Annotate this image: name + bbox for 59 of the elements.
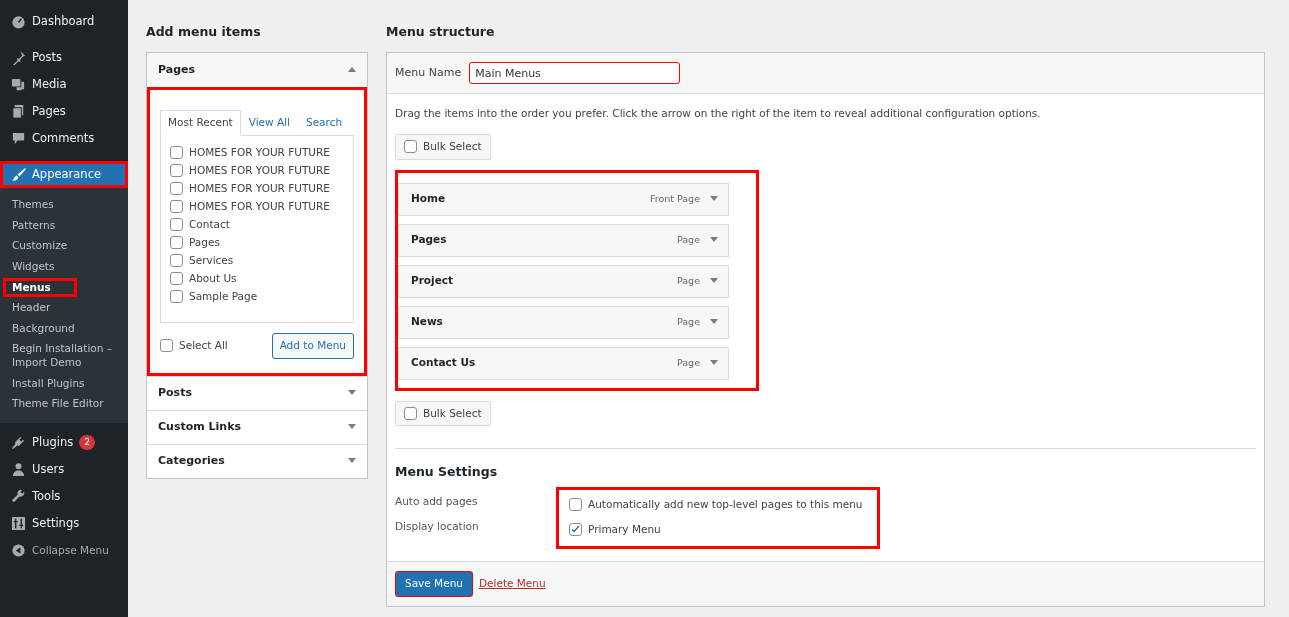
checkbox-label: Sample Page <box>189 288 258 304</box>
checkbox-label: Contact <box>189 216 230 232</box>
menu-item[interactable]: Project Page <box>398 264 729 298</box>
checkbox-label: Automatically add new top-level pages to this menu <box>588 496 863 512</box>
submenu-item[interactable]: Customize <box>3 236 125 256</box>
checkbox-label: HOMES FOR YOUR FUTURE <box>189 198 330 214</box>
settings-heading: Menu Settings <box>395 463 499 482</box>
submenu-item[interactable]: Theme File Editor <box>3 394 125 415</box>
checkbox-label: Services <box>189 252 234 268</box>
submenu-item[interactable]: Begin Installation – Import Demo <box>3 339 125 373</box>
sidebar-item[interactable]: Collapse Menu <box>0 537 128 565</box>
checkbox-label: About Us <box>189 270 237 286</box>
tab[interactable]: Search <box>298 110 351 136</box>
sidebar-item[interactable]: Comments <box>0 125 128 152</box>
menu-item[interactable]: Pages Page <box>398 223 729 257</box>
accordion-header[interactable]: Custom Links <box>147 409 367 444</box>
sidebar-item[interactable]: Tools <box>0 483 128 511</box>
sidebar-item[interactable]: Appearance <box>0 161 128 188</box>
delete-menu-link[interactable]: Delete Menu <box>478 576 546 592</box>
submenu-item[interactable]: Patterns <box>3 215 125 236</box>
accordion-header[interactable]: Categories <box>147 443 367 478</box>
setting-label: Display location <box>395 518 480 534</box>
save-menu-button[interactable]: Save Menu <box>395 571 473 597</box>
sidebar-item[interactable]: Plugins 2 <box>0 429 128 457</box>
checkbox-label: Pages <box>189 234 220 250</box>
sidebar-item[interactable]: Media <box>0 71 128 98</box>
field-label: Menu Name <box>395 64 462 81</box>
sidebar-item[interactable]: Settings <box>0 510 128 538</box>
count-badge: 2 <box>79 434 95 451</box>
section-heading: Menu structure <box>386 24 496 39</box>
checkbox-label: Primary Menu <box>588 521 661 537</box>
menu-name-field[interactable]: Main Menus <box>469 62 681 84</box>
sidebar-item[interactable]: Users <box>0 456 128 484</box>
sidebar-item[interactable]: Dashboard <box>0 8 128 35</box>
accordion-header[interactable]: Pages <box>147 53 367 87</box>
checkbox-label: HOMES FOR YOUR FUTURE <box>189 162 330 178</box>
accordion-header[interactable]: Posts <box>147 375 367 410</box>
tab[interactable]: View All <box>240 110 298 136</box>
tab[interactable]: Most Recent <box>160 110 241 136</box>
submenu-item[interactable]: Menus <box>3 277 77 298</box>
submenu-item[interactable]: Background <box>3 318 125 339</box>
sidebar-item[interactable]: Pages <box>0 98 128 125</box>
checkbox-label: Select All <box>179 337 228 353</box>
submenu-item[interactable]: Themes <box>3 195 125 215</box>
section-heading: Add menu items <box>146 24 262 39</box>
sidebar-item[interactable]: Posts <box>0 44 128 71</box>
setting-label: Auto add pages <box>395 493 479 509</box>
submenu-item[interactable]: Header <box>3 298 125 318</box>
submenu-item[interactable]: Widgets <box>3 256 125 277</box>
add-to-menu-button[interactable]: Add to Menu <box>271 332 354 359</box>
bulk-select-button[interactable]: Bulk Select <box>395 133 491 160</box>
checkbox-label: HOMES FOR YOUR FUTURE <box>189 180 330 196</box>
bulk-select-button[interactable]: Bulk Select <box>395 400 491 427</box>
menu-item[interactable]: Contact Us Page <box>398 346 729 380</box>
checkbox-label: HOMES FOR YOUR FUTURE <box>189 144 330 160</box>
submenu-item[interactable]: Install Plugins <box>3 373 125 394</box>
instructions-text: Drag the items into the order you prefer. Click the arrow on the right of the item to reveal additional configuration options. <box>395 106 1042 121</box>
menu-item[interactable]: News Page <box>398 305 729 339</box>
menu-item[interactable]: Home Front Page <box>398 182 729 216</box>
